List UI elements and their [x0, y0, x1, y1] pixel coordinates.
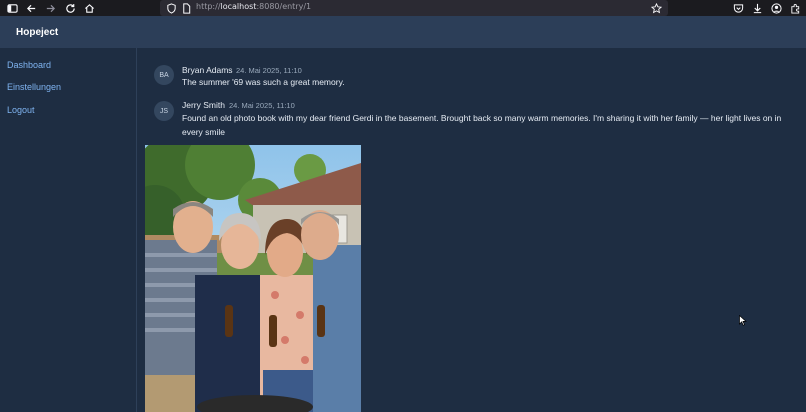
downloads-icon[interactable] [751, 2, 763, 14]
page-info-icon[interactable] [180, 2, 192, 14]
entry-timestamp: 24. Mai 2025, 11:10 [229, 101, 295, 110]
sidebar-toggle-icon[interactable] [6, 2, 18, 14]
avatar: BA [154, 65, 174, 85]
mouse-cursor-icon [739, 315, 747, 326]
app-header: Hopeject [0, 16, 806, 48]
entry-text-line: Found an old photo book with my dear fri… [182, 113, 782, 123]
sidebar-item-logout[interactable]: Logout [7, 105, 35, 115]
url-text[interactable]: http://localhost:8080/entry/1 [196, 2, 311, 11]
tracking-shield-icon[interactable] [165, 2, 177, 14]
extensions-icon[interactable] [789, 2, 801, 14]
account-icon[interactable] [770, 2, 782, 14]
forward-arrow-icon[interactable] [44, 2, 56, 14]
sidebar-item-einstellungen[interactable]: Einstellungen [7, 82, 61, 92]
bookmark-star-icon[interactable] [650, 2, 662, 14]
avatar: JS [154, 101, 174, 121]
entry-photo[interactable] [145, 145, 361, 412]
entry-text-line: every smile [182, 127, 225, 137]
brand-title[interactable]: Hopeject [16, 27, 58, 38]
browser-toolbar: http://localhost:8080/entry/1 [0, 0, 806, 16]
url-bar[interactable]: http://localhost:8080/entry/1 [160, 0, 668, 16]
back-arrow-icon[interactable] [25, 2, 37, 14]
home-icon[interactable] [83, 2, 95, 14]
sidebar-item-dashboard[interactable]: Dashboard [7, 60, 51, 70]
entry-timestamp: 24. Mai 2025, 11:10 [236, 66, 302, 75]
entry-author: Bryan Adams [182, 65, 233, 75]
pocket-icon[interactable] [732, 2, 744, 14]
sidebar: Dashboard Einstellungen Logout [0, 48, 137, 412]
entry-author: Jerry Smith [182, 100, 225, 110]
entry-text: The summer '69 was such a great memory. [182, 77, 345, 87]
reload-icon[interactable] [64, 2, 76, 14]
